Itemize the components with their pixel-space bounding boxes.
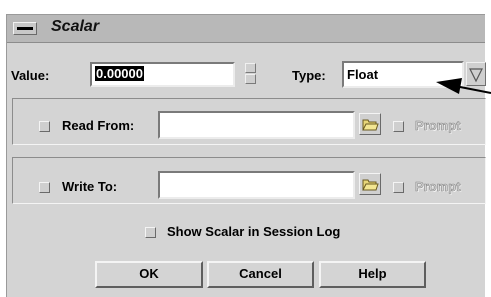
callout-arrow-icon (436, 78, 491, 94)
